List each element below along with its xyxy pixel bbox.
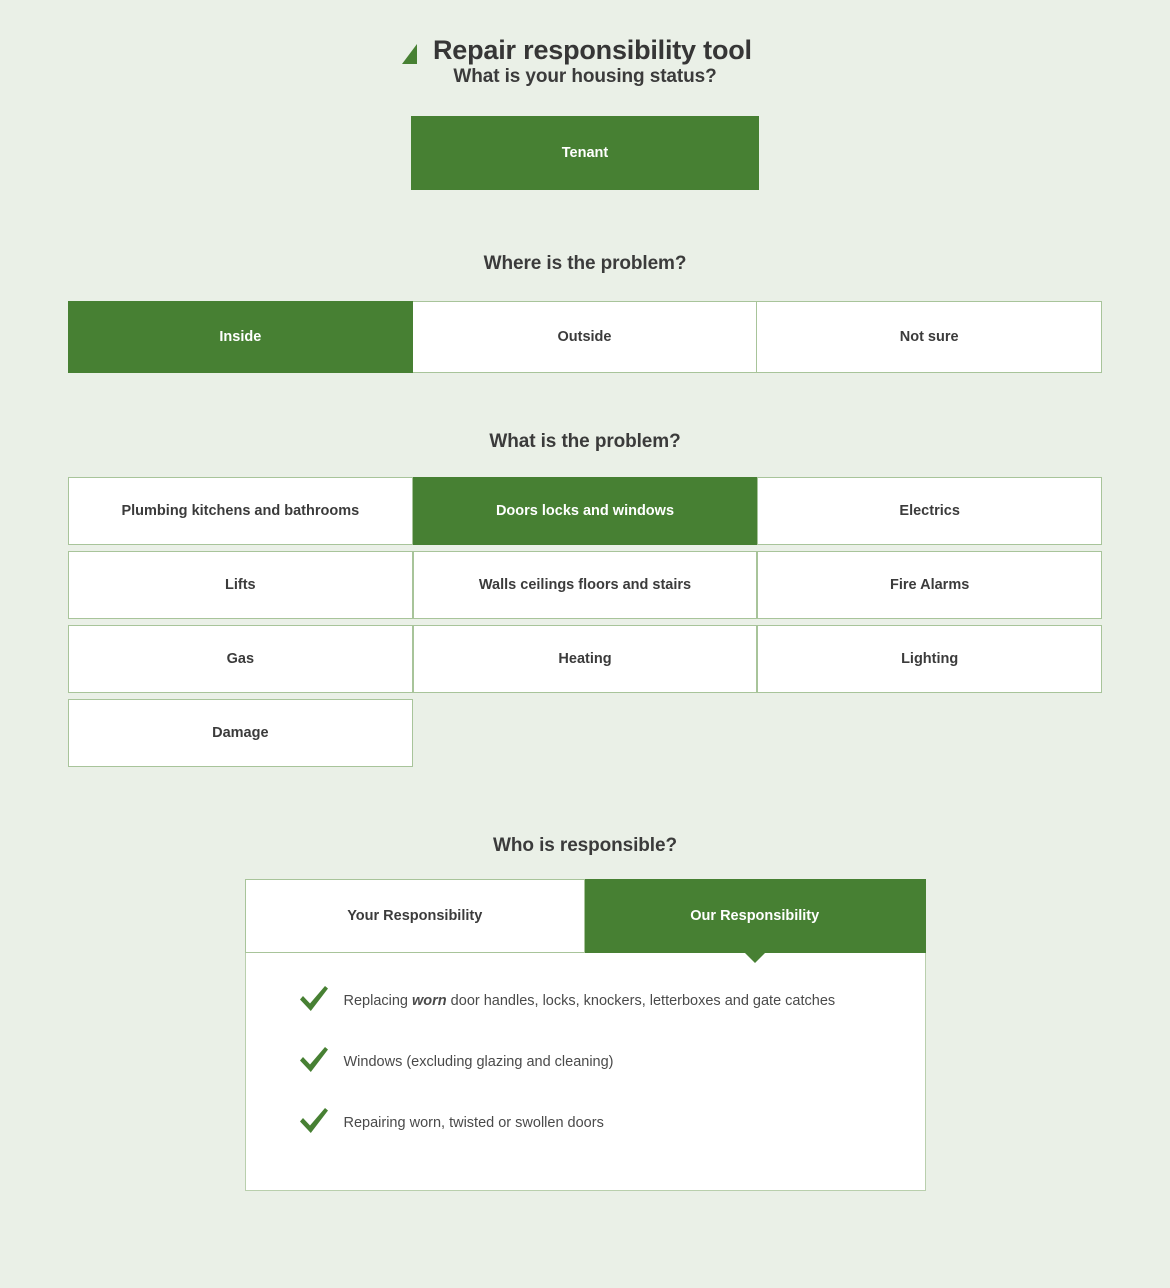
check-icon [299, 1046, 328, 1072]
list-item: Windows (excluding glazing and cleaning) [272, 1046, 899, 1075]
responsibility-tabs: Your Responsibility Our Responsibility [244, 878, 926, 963]
list-item: Replacing worn door handles, locks, knoc… [272, 985, 899, 1014]
problem-location-option-outside[interactable]: Outside [412, 300, 758, 373]
responsibility-heading: Who is responsible? [493, 834, 677, 856]
responsibility-panel: Replacing worn door handles, locks, knoc… [244, 952, 926, 1191]
problem-location-option-not-sure[interactable]: Not sure [757, 300, 1102, 373]
problem-type-heading: What is the problem? [489, 430, 681, 452]
tab-your-responsibility[interactable]: Your Responsibility [244, 878, 585, 953]
problem-type-option-lifts[interactable]: Lifts [68, 550, 413, 619]
problem-type-option-plumbing[interactable]: Plumbing kitchens and bathrooms [68, 476, 413, 545]
page-title-row: Repair responsibility tool [0, 0, 1170, 66]
list-item-text: Replacing worn door handles, locks, knoc… [344, 989, 836, 1012]
problem-type-option-damage[interactable]: Damage [68, 698, 413, 767]
list-item-text: Repairing worn, twisted or swollen doors [344, 1111, 604, 1134]
problem-type-options: Plumbing kitchens and bathrooms Doors lo… [68, 476, 1102, 767]
responsibility-list: Replacing worn door handles, locks, knoc… [272, 985, 899, 1136]
tab-your-responsibility-label: Your Responsibility [347, 907, 483, 924]
problem-location-options: Inside Outside Not sure [68, 300, 1102, 373]
problem-type-option-doors-locks-windows[interactable]: Doors locks and windows [412, 476, 758, 545]
problem-type-option-heating[interactable]: Heating [412, 624, 758, 693]
list-item-text-before: Windows (excluding glazing and cleaning) [343, 1053, 614, 1070]
list-item-text-before: Repairing worn, twisted or swollen doors [343, 1114, 604, 1131]
list-item-text-after: door handles, locks, knockers, letterbox… [446, 992, 836, 1009]
problem-type-option-fire-alarms[interactable]: Fire Alarms [757, 550, 1102, 619]
problem-type-option-electrics[interactable]: Electrics [757, 476, 1102, 545]
responsibility-block: Your Responsibility Our Responsibility R… [244, 878, 926, 1191]
problem-type-option-lighting[interactable]: Lighting [757, 624, 1102, 693]
problem-type-option-walls-ceilings[interactable]: Walls ceilings floors and stairs [412, 550, 758, 619]
triangle-flag-icon [402, 43, 417, 64]
check-icon [299, 1107, 328, 1133]
list-item-text-before: Replacing [343, 992, 413, 1009]
list-item-text: Windows (excluding glazing and cleaning) [344, 1050, 614, 1073]
repair-responsibility-tool-page: Repair responsibility tool What is your … [0, 0, 1170, 1288]
tab-our-responsibility-label: Our Responsibility [690, 907, 820, 924]
housing-status-heading: What is your housing status? [453, 65, 717, 87]
list-item: Repairing worn, twisted or swollen doors [272, 1107, 899, 1136]
problem-location-heading: Where is the problem? [483, 252, 687, 274]
check-icon [299, 985, 328, 1011]
active-tab-pointer-icon [743, 951, 766, 963]
problem-type-option-gas[interactable]: Gas [68, 624, 413, 693]
problem-location-option-inside[interactable]: Inside [68, 300, 413, 373]
page-title: Repair responsibility tool [433, 35, 752, 65]
housing-status-options: Tenant [0, 115, 1170, 190]
tab-our-responsibility[interactable]: Our Responsibility [585, 878, 926, 963]
housing-status-option-tenant[interactable]: Tenant [411, 115, 759, 190]
list-item-text-emphasis: worn [412, 992, 447, 1009]
